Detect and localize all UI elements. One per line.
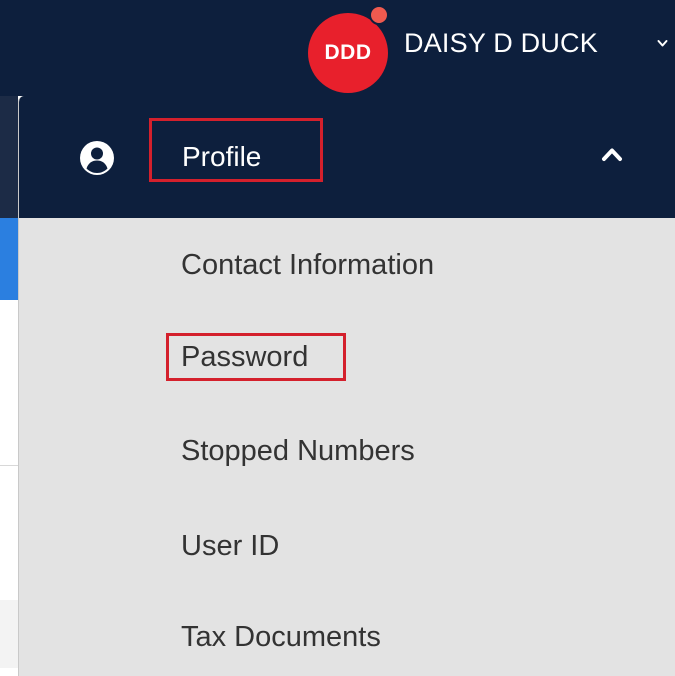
notification-badge [369,5,389,25]
chevron-down-icon[interactable] [657,38,668,49]
menu-item-user-id[interactable]: User ID [181,528,279,564]
background-divider [0,465,18,466]
menu-item-stopped-numbers[interactable]: Stopped Numbers [181,433,415,469]
background-panel-lower [0,600,18,668]
user-avatar[interactable]: DDD [308,13,388,93]
user-circle-icon [80,141,114,175]
avatar-initials: DDD [324,41,372,64]
background-panel [0,96,18,218]
profile-dropdown-menu: Profile Contact Information Password Sto… [18,96,675,676]
profile-section-header[interactable]: Profile [19,96,675,218]
background-accent [0,218,18,300]
user-name-label[interactable]: DAISY D DUCK [404,28,598,59]
chevron-up-icon[interactable] [601,146,623,162]
menu-item-tax-documents[interactable]: Tax Documents [181,619,381,655]
password-highlight-box [166,333,346,381]
menu-item-contact-information[interactable]: Contact Information [181,247,434,283]
profile-highlight-box [149,118,323,182]
